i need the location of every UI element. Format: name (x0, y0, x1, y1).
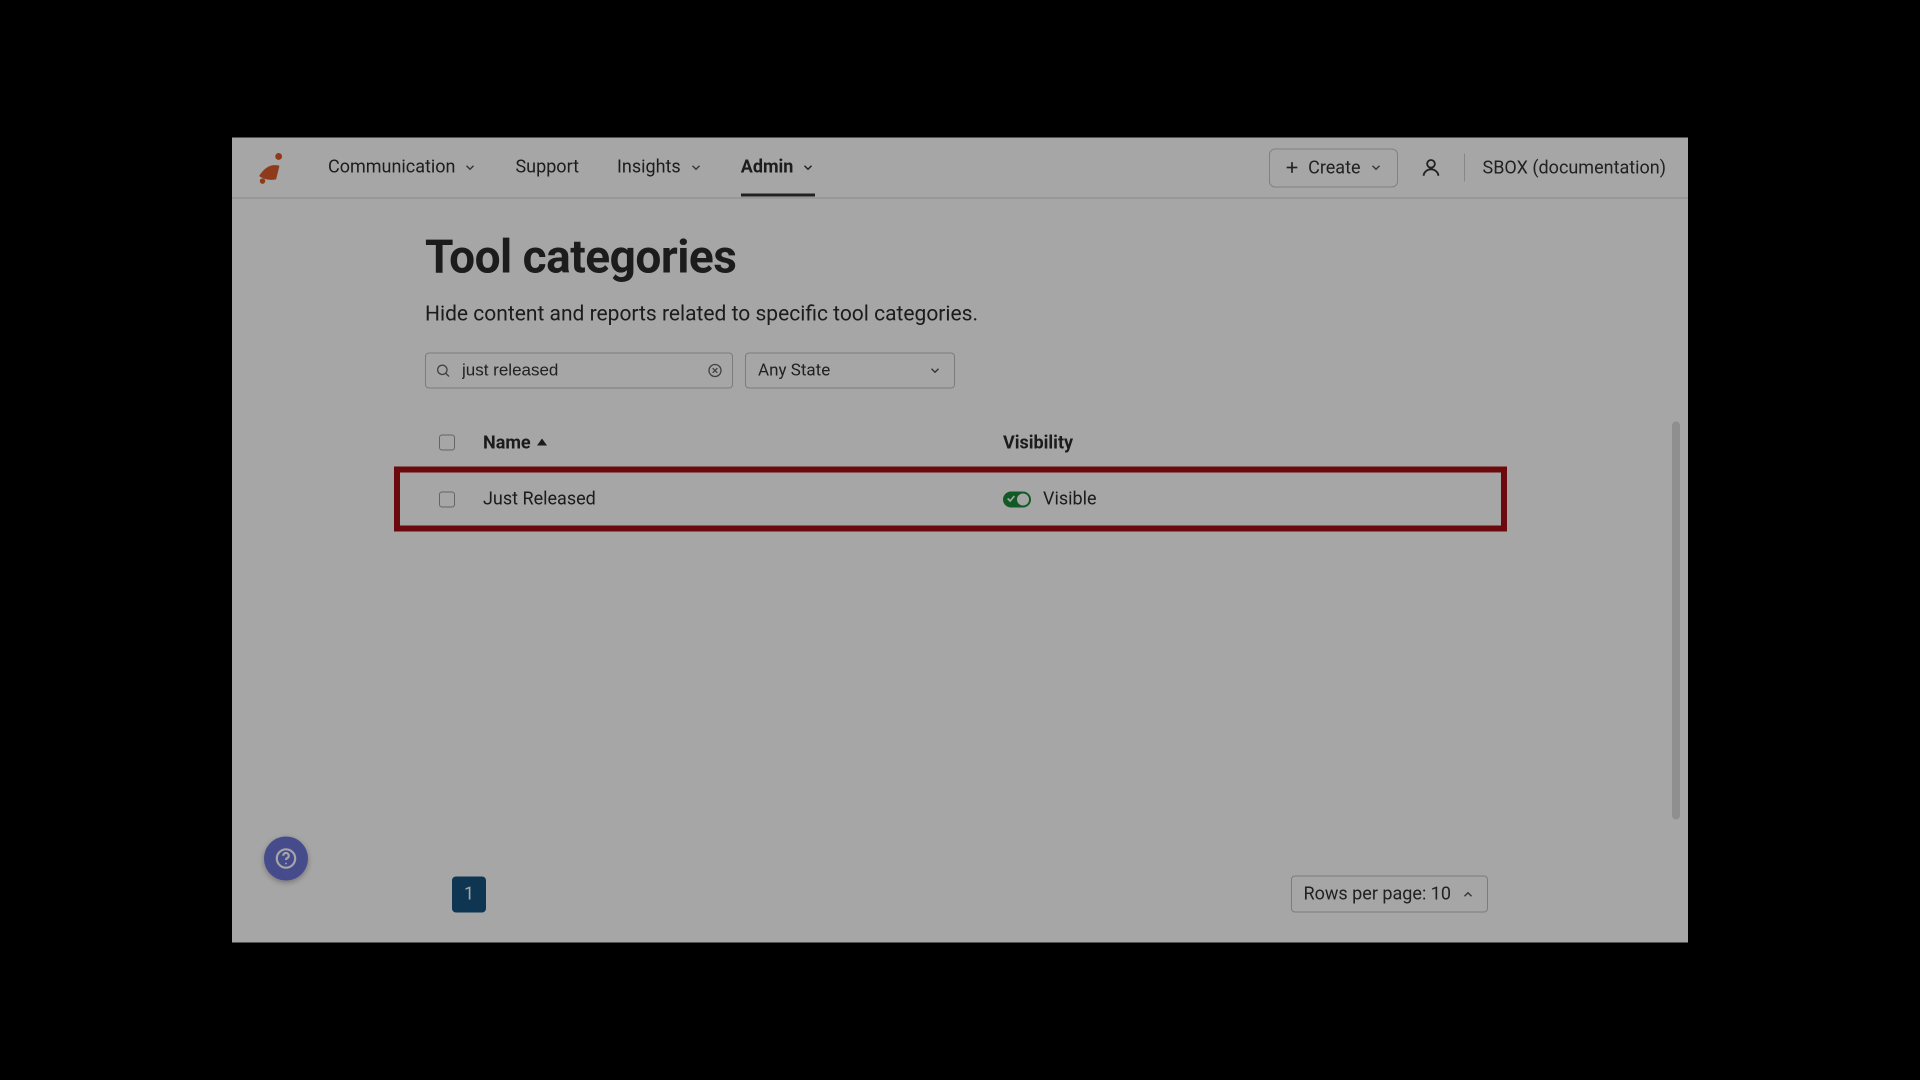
select-all-checkbox[interactable] (439, 435, 455, 451)
tenant-label: SBOX (documentation) (1483, 157, 1666, 178)
table-header: Name Visibility (425, 425, 1495, 461)
brand-logo[interactable] (254, 149, 288, 187)
chevron-down-icon (689, 160, 703, 174)
visibility-label: Visible (1043, 489, 1097, 510)
nav-admin-label: Admin (741, 157, 794, 178)
chevron-down-icon (463, 160, 477, 174)
chevron-down-icon (1369, 161, 1383, 175)
create-button[interactable]: Create (1269, 148, 1397, 187)
pagination-footer: 1 Rows per page: 10 (232, 876, 1688, 913)
sort-asc-icon (537, 439, 547, 446)
page-subtitle: Hide content and reports related to spec… (425, 303, 1495, 327)
chevron-down-icon (801, 160, 815, 174)
chevron-up-icon (1461, 887, 1475, 901)
question-icon (275, 848, 297, 870)
help-fab[interactable] (264, 837, 308, 881)
page-title: Tool categories (425, 231, 1495, 285)
search-input[interactable] (425, 353, 733, 389)
table-row[interactable]: Just Released Visible (400, 473, 1501, 526)
highlighted-row-annotation: Just Released Visible (394, 467, 1507, 532)
table-body: Just Released Visible (425, 467, 1495, 532)
create-label: Create (1308, 157, 1360, 178)
state-filter-select[interactable]: Any State (745, 353, 955, 389)
state-filter-label: Any State (758, 361, 830, 381)
search-icon (435, 363, 451, 379)
top-nav: Communication Support Insights Admin Cre… (232, 138, 1688, 199)
nav-insights[interactable]: Insights (617, 139, 703, 197)
row-checkbox-cell (439, 491, 483, 507)
user-profile-button[interactable] (1416, 153, 1446, 183)
header-checkbox-cell (439, 435, 483, 451)
page-number-label: 1 (464, 884, 474, 905)
rows-per-page-select[interactable]: Rows per page: 10 (1291, 876, 1488, 913)
plus-icon (1284, 160, 1300, 176)
row-checkbox[interactable] (439, 491, 455, 507)
visibility-toggle[interactable] (1003, 491, 1031, 507)
app-window: Communication Support Insights Admin Cre… (232, 138, 1688, 943)
rows-per-page-label: Rows per page: 10 (1304, 884, 1451, 905)
nav-support-label: Support (515, 157, 579, 178)
scrollbar-track[interactable] (1672, 422, 1680, 820)
filter-bar: Any State (425, 353, 1495, 389)
user-icon (1420, 157, 1442, 179)
clear-search-icon[interactable] (707, 363, 723, 379)
nav-support[interactable]: Support (515, 139, 579, 197)
divider (1464, 154, 1465, 182)
column-name-label: Name (483, 432, 531, 453)
nav-communication-label: Communication (328, 157, 455, 178)
page-1-button[interactable]: 1 (452, 876, 486, 912)
tenant-switcher[interactable]: SBOX (documentation) (1483, 157, 1666, 178)
nav-admin[interactable]: Admin (741, 139, 816, 197)
column-visibility-header[interactable]: Visibility (1003, 432, 1073, 453)
row-visibility-cell: Visible (1003, 489, 1097, 510)
nav-insights-label: Insights (617, 157, 681, 178)
nav-right-group: Create SBOX (documentation) (1269, 148, 1666, 187)
main-content: Tool categories Hide content and reports… (232, 199, 1688, 532)
row-name-cell: Just Released (483, 489, 1003, 510)
check-icon (1006, 493, 1016, 503)
column-visibility-label: Visibility (1003, 432, 1073, 453)
search-wrapper (425, 353, 733, 389)
chevron-down-icon (928, 364, 942, 378)
nav-communication[interactable]: Communication (328, 139, 477, 197)
nav-items: Communication Support Insights Admin (328, 139, 815, 197)
column-name-header[interactable]: Name (483, 432, 1003, 453)
